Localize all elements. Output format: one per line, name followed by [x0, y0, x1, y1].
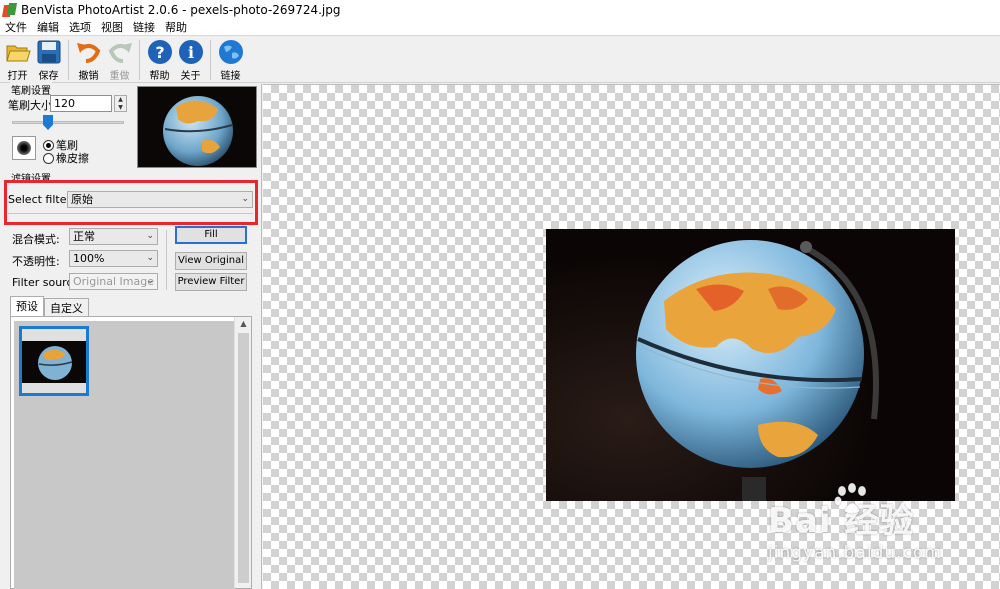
navigator-thumbnail[interactable]: [137, 86, 257, 168]
opacity-select[interactable]: 100% ⌄: [69, 250, 158, 267]
spin-down-icon[interactable]: ▼: [115, 104, 126, 112]
svg-text:?: ?: [155, 43, 164, 62]
toolbar-separator: [68, 40, 69, 80]
floppy-disk-icon: [37, 40, 60, 64]
radio-checked-icon: [43, 139, 54, 151]
open-label: 打开: [7, 71, 28, 82]
about-button[interactable]: i 关于: [175, 37, 206, 83]
preview-filter-button[interactable]: Preview Filter: [175, 273, 247, 291]
filter-select-value: 原始: [71, 193, 93, 206]
save-label: 保存: [38, 71, 59, 82]
radio-unchecked-icon: [43, 152, 54, 164]
select-filter-label: Select filter:: [8, 193, 75, 206]
link-button[interactable]: 链接: [215, 37, 246, 83]
chevron-down-icon: ⌄: [146, 276, 154, 286]
redo-arrow-icon: [108, 43, 132, 63]
toolbar: 打开 保存 撤销 重做 ? 帮助 i 关于 链接: [0, 37, 1000, 83]
open-button[interactable]: 打开: [2, 37, 33, 83]
toolbar-separator: [210, 40, 211, 80]
controls-divider: [166, 230, 167, 290]
chevron-down-icon: ⌄: [146, 253, 154, 263]
folder-open-icon: [5, 45, 31, 62]
menu-options[interactable]: 选项: [64, 20, 96, 36]
link-label: 链接: [220, 71, 241, 82]
baidu-watermark: Bai 经验 jingyan.baidu.com: [768, 483, 968, 575]
svg-text:i: i: [187, 43, 193, 62]
about-label: 关于: [180, 71, 201, 82]
preset-globe-image: [22, 329, 86, 393]
menu-view[interactable]: 视图: [96, 20, 128, 36]
globe-photo: [546, 229, 955, 501]
info-icon: i: [178, 40, 203, 64]
blend-mode-value: 正常: [73, 230, 95, 243]
save-button[interactable]: 保存: [33, 37, 64, 83]
filter-select[interactable]: 原始 ⌄: [67, 191, 253, 208]
menu-edit[interactable]: 编辑: [32, 20, 64, 36]
redo-label: 重做: [109, 71, 130, 82]
brush-group-title: 笔刷设置: [10, 82, 52, 97]
preset-scrollbar[interactable]: ▲: [234, 317, 251, 588]
filter-source-value: Original Image: [73, 275, 154, 288]
watermark-url: jingyan.baidu.com: [768, 543, 942, 563]
undo-button[interactable]: 撤销: [73, 37, 104, 83]
brush-size-input[interactable]: 120: [50, 95, 112, 112]
globe-thumbnail-image: [138, 87, 256, 167]
globe-link-icon: [218, 40, 243, 64]
scroll-up-icon[interactable]: ▲: [235, 317, 252, 331]
brush-size-spinner[interactable]: ▲ ▼: [114, 95, 127, 112]
globe-photo-image: [546, 229, 955, 501]
presets-pane: ▲: [10, 316, 252, 589]
undo-label: 撤销: [78, 71, 99, 82]
preset-list: [14, 321, 235, 589]
view-original-button[interactable]: View Original: [175, 252, 247, 270]
brush-size-label: 笔刷大小:: [8, 99, 56, 112]
chevron-down-icon: ⌄: [241, 194, 249, 204]
redo-button[interactable]: 重做: [104, 37, 135, 83]
scrollbar-thumb[interactable]: [238, 333, 249, 583]
fill-button[interactable]: Fill: [175, 226, 247, 244]
window-title: BenVista PhotoArtist 2.0.6 - pexels-phot…: [21, 3, 341, 17]
brush-size-slider-thumb[interactable]: [43, 115, 53, 130]
menu-link[interactable]: 链接: [128, 20, 160, 36]
brush-size-slider-track[interactable]: [12, 121, 124, 124]
undo-arrow-icon: [76, 43, 100, 63]
filter-source-select[interactable]: Original Image ⌄: [69, 273, 158, 290]
help-question-icon: ?: [147, 40, 172, 64]
spin-up-icon[interactable]: ▲: [115, 96, 126, 104]
title-bar: BenVista PhotoArtist 2.0.6 - pexels-phot…: [0, 0, 1000, 20]
chevron-down-icon: ⌄: [146, 231, 154, 241]
blend-mode-select[interactable]: 正常 ⌄: [69, 228, 158, 245]
preset-tabs: 预设 自定义: [10, 296, 89, 316]
menu-file[interactable]: 文件: [0, 20, 32, 36]
paw-logo-icon: [834, 483, 867, 515]
filter-divider: [8, 213, 253, 214]
brush-preview-swatch: [12, 136, 36, 160]
left-panel: 笔刷设置 笔刷大小: 120 ▲ ▼ 笔刷 橡皮擦 滤镜设置 Select fi…: [0, 82, 262, 589]
preset-thumbnail[interactable]: [19, 326, 89, 396]
tab-custom[interactable]: 自定义: [44, 298, 89, 316]
radio-eraser-label: 橡皮擦: [56, 152, 89, 165]
opacity-label: 不透明性:: [12, 255, 60, 268]
tab-presets[interactable]: 预设: [10, 296, 44, 316]
radio-eraser[interactable]: 橡皮擦: [43, 150, 89, 166]
toolbar-separator: [139, 40, 140, 80]
blend-mode-label: 混合模式:: [12, 233, 60, 246]
help-label: 帮助: [149, 71, 170, 82]
app-logo-icon: [1, 3, 18, 17]
menu-help[interactable]: 帮助: [160, 20, 192, 36]
soft-brush-icon: [17, 141, 31, 155]
menu-bar: 文件 编辑 选项 视图 链接 帮助: [0, 20, 1000, 36]
opacity-value: 100%: [73, 252, 105, 265]
help-button[interactable]: ? 帮助: [144, 37, 175, 83]
